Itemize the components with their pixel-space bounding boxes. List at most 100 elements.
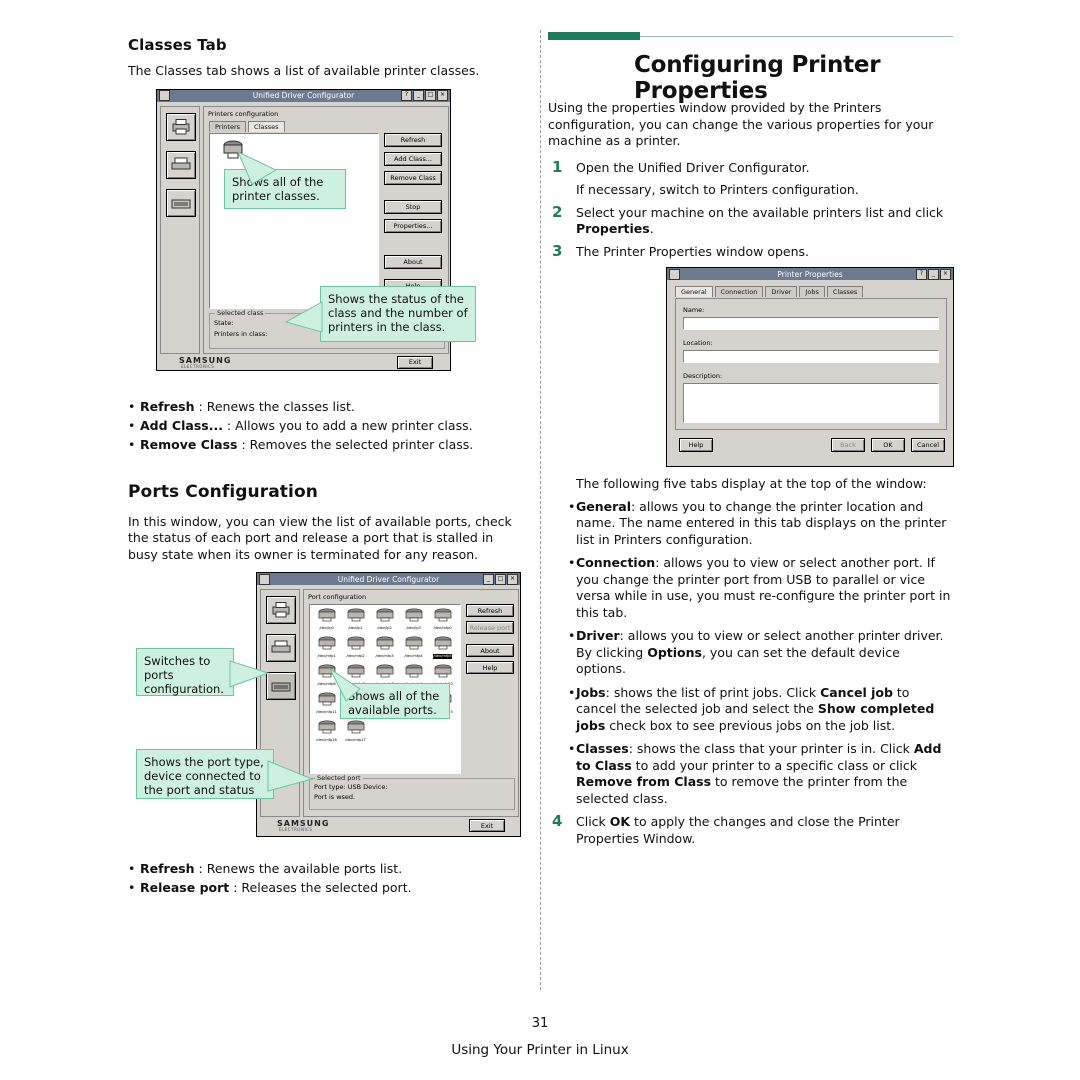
step-text: Open the Unified Driver Configurator. bbox=[576, 159, 810, 175]
figure-ports-config: Unified Driver Configurator _ □ × Port c… bbox=[128, 571, 521, 846]
bullet-desc: Renews the available ports list. bbox=[206, 861, 403, 876]
about-button[interactable]: About bbox=[384, 254, 442, 269]
help-button[interactable]: ? bbox=[401, 90, 412, 101]
icon-rail bbox=[160, 105, 200, 354]
bullet-sep: : bbox=[194, 398, 207, 414]
refresh-button[interactable]: Refresh bbox=[384, 132, 442, 147]
window-menu-icon[interactable] bbox=[259, 573, 270, 585]
pp-help-button[interactable]: Help bbox=[679, 438, 713, 452]
window-menu-icon[interactable] bbox=[159, 90, 170, 101]
port-item[interactable]: /dev/mfp2 bbox=[341, 635, 370, 663]
tab-driver[interactable]: Driver bbox=[765, 286, 798, 297]
chapter-title: Configuring Printer Properties bbox=[634, 52, 881, 104]
exit-button[interactable]: Exit bbox=[397, 355, 433, 369]
figure-classes-tab: Unified Driver Configurator ? _ □ × Prin… bbox=[128, 88, 520, 388]
window-title-ports: Unified Driver Configurator bbox=[337, 574, 440, 584]
properties-button[interactable]: Properties... bbox=[384, 218, 442, 233]
close-button[interactable]: × bbox=[437, 90, 448, 101]
tab-classes[interactable]: Classes bbox=[826, 286, 864, 297]
port-item[interactable]: /dev/mfp17 bbox=[341, 719, 370, 747]
port-icon bbox=[345, 607, 367, 626]
port-item[interactable]: /dev/mfp0 bbox=[428, 607, 457, 635]
printers-config-icon[interactable] bbox=[266, 596, 296, 624]
desc-classes: • Classes: shows the class that your pri… bbox=[548, 741, 953, 807]
location-input[interactable] bbox=[683, 350, 939, 363]
minimize-button[interactable]: _ bbox=[928, 268, 939, 280]
pp-window-controls[interactable]: ? _ × bbox=[916, 268, 951, 280]
bullet-dot: • bbox=[128, 417, 136, 433]
description-label: Description: bbox=[683, 372, 723, 380]
remove-class-button[interactable]: Remove Class bbox=[384, 170, 442, 185]
pp-general-page: Name: Location: Description: bbox=[675, 298, 947, 430]
callout-class-status: Shows the status of the class and the nu… bbox=[320, 285, 476, 342]
maximize-button[interactable]: □ bbox=[425, 90, 436, 101]
tab-classes[interactable]: Classes bbox=[248, 120, 285, 132]
add-class-button[interactable]: Add Class... bbox=[384, 151, 442, 166]
close-button[interactable]: × bbox=[940, 268, 951, 280]
port-item[interactable]: /dev/lp0 bbox=[312, 607, 341, 635]
name-input[interactable] bbox=[683, 317, 939, 330]
pp-ok-button[interactable]: OK bbox=[871, 438, 905, 452]
release-port-button[interactable]: Release port bbox=[466, 621, 514, 634]
step-text-pre: Click bbox=[576, 814, 610, 829]
bullet-dot: • bbox=[128, 880, 136, 895]
tab-printers[interactable]: Printers bbox=[209, 120, 247, 132]
ports-about-button[interactable]: About bbox=[466, 644, 514, 657]
ports-help-button[interactable]: Help bbox=[466, 661, 514, 674]
window-controls-ports[interactable]: _ □ × bbox=[483, 573, 518, 585]
bullet-dot: • bbox=[568, 555, 576, 570]
port-label: /dev/mfp2 bbox=[346, 654, 365, 658]
classes-tab-intro: The Classes tab shows a list of availabl… bbox=[128, 63, 480, 78]
ports-exit-button[interactable]: Exit bbox=[469, 819, 505, 832]
ports-config-icon-selected[interactable] bbox=[266, 672, 296, 700]
close-button[interactable]: × bbox=[507, 573, 518, 585]
devices-config-icon[interactable] bbox=[166, 188, 196, 217]
printers-config-icon[interactable] bbox=[166, 112, 196, 141]
bullet-add-class: • Add Class... : Allows you to add a new… bbox=[128, 417, 520, 435]
port-icon bbox=[432, 607, 454, 626]
port-icon bbox=[403, 635, 425, 654]
stop-button[interactable]: Stop bbox=[384, 199, 442, 214]
port-state-label: Port is wsed. bbox=[314, 793, 356, 801]
port-item[interactable]: /dev/lp1 bbox=[341, 607, 370, 635]
panel-title-ports: Port configuration bbox=[308, 593, 367, 601]
port-item[interactable]: /dev/lp2 bbox=[370, 607, 399, 635]
port-item[interactable]: /dev/mfp3 bbox=[370, 635, 399, 663]
pp-back-button[interactable]: Back bbox=[831, 438, 865, 452]
bullet-remove-class: • Remove Class : Removes the selected pr… bbox=[128, 436, 520, 454]
ports-refresh-button[interactable]: Refresh bbox=[466, 604, 514, 617]
tab-jobs[interactable]: Jobs bbox=[799, 286, 825, 297]
desc-jobs: • Jobs: shows the list of print jobs. Cl… bbox=[548, 685, 953, 735]
ports-config-icon[interactable] bbox=[166, 150, 196, 179]
minimize-button[interactable]: _ bbox=[413, 90, 424, 101]
step-number: 1 bbox=[552, 157, 563, 176]
window-menu-icon[interactable] bbox=[669, 268, 680, 280]
bullet-term: Remove Class bbox=[140, 436, 238, 452]
port-item[interactable]: /dev/mfp1 bbox=[312, 635, 341, 663]
desc-term: Jobs bbox=[576, 684, 606, 700]
pp-cancel-button[interactable]: Cancel bbox=[911, 438, 945, 452]
tabstrip[interactable]: Printers Classes bbox=[209, 120, 285, 132]
maximize-button[interactable]: □ bbox=[495, 573, 506, 585]
port-icon bbox=[403, 663, 425, 682]
tab-general[interactable]: General bbox=[675, 286, 713, 297]
help-button[interactable]: ? bbox=[916, 268, 927, 280]
window-controls[interactable]: ? _ □ × bbox=[401, 90, 448, 101]
tab-connection[interactable]: Connection bbox=[714, 286, 764, 297]
state-label: State: bbox=[214, 318, 234, 327]
pp-tabstrip[interactable]: General Connection Driver Jobs Classes bbox=[675, 286, 864, 297]
callout-pointer-4 bbox=[328, 667, 361, 702]
port-item[interactable]: /dev/mfp16 bbox=[312, 719, 341, 747]
desc-term: Connection bbox=[576, 555, 656, 570]
bullet-dot: • bbox=[568, 741, 576, 756]
selected-port-label: Selected port bbox=[315, 774, 363, 782]
port-item[interactable]: /dev/mfp5 bbox=[428, 635, 457, 663]
classes-tab-heading: Classes Tab bbox=[128, 36, 227, 54]
classes-config-icon[interactable] bbox=[266, 634, 296, 662]
port-item[interactable]: /dev/mfp4 bbox=[399, 635, 428, 663]
description-input[interactable] bbox=[683, 383, 939, 423]
bullet-release-port: • Release port : Releases the selected p… bbox=[128, 879, 520, 897]
bullet-term: Refresh bbox=[140, 861, 195, 876]
minimize-button[interactable]: _ bbox=[483, 573, 494, 585]
port-item[interactable]: /dev/lp3 bbox=[399, 607, 428, 635]
